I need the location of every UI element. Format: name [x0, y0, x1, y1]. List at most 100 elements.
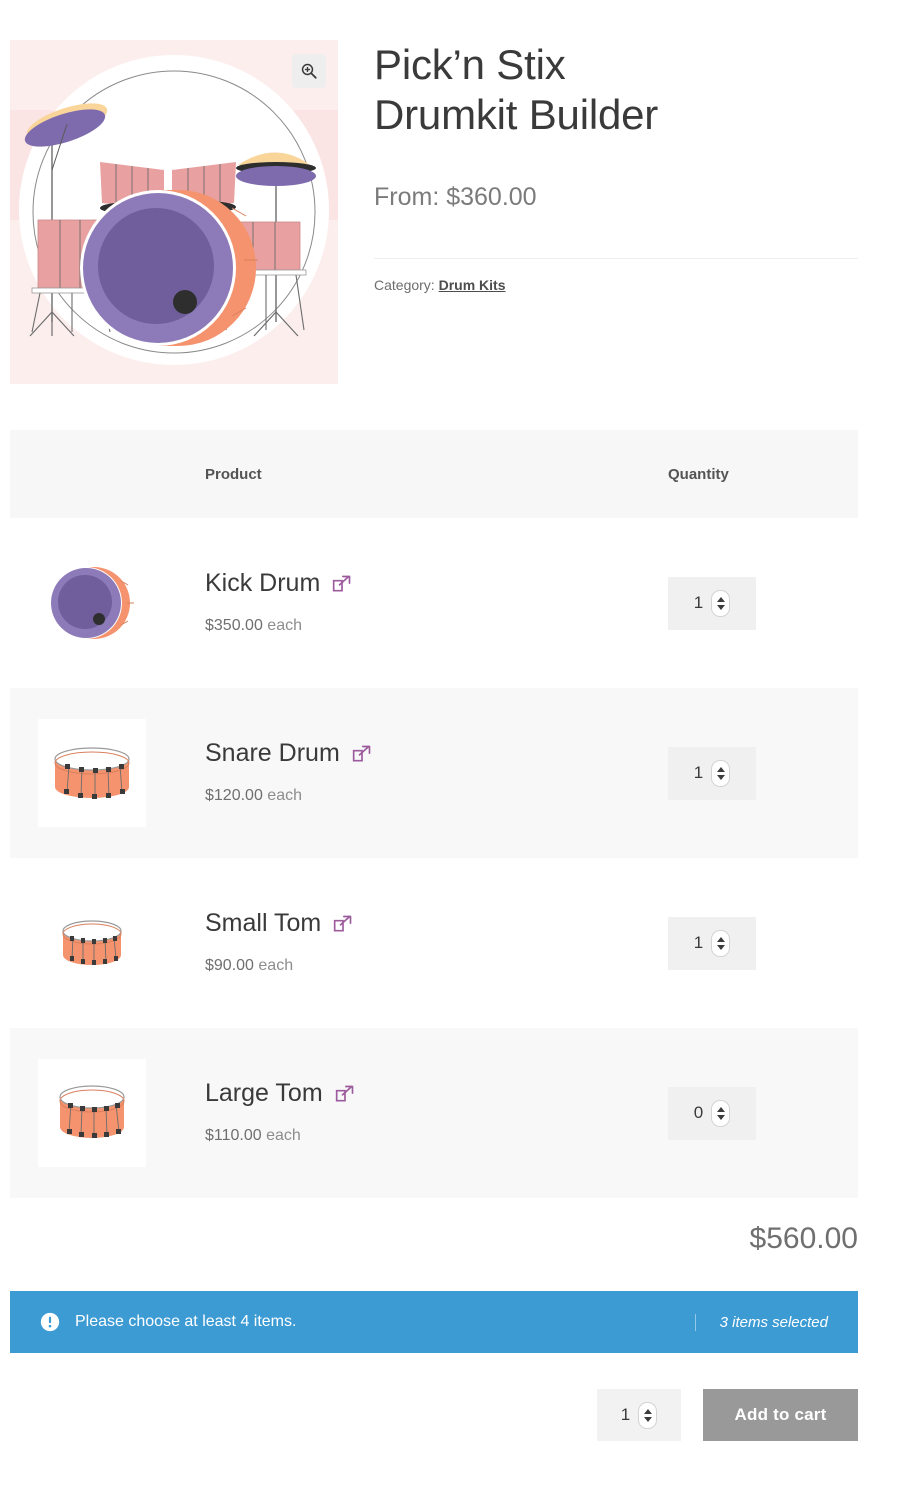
category-link-drum-kits[interactable]: Drum Kits	[439, 277, 506, 293]
quantity-value: 0	[693, 1103, 704, 1122]
row-thumbnail-cell	[10, 889, 205, 997]
spinner-up-icon[interactable]	[716, 766, 725, 772]
product-name-row: Large Tom	[205, 1081, 668, 1106]
snare-drum-thumbnail-icon	[54, 747, 130, 799]
unit-price-suffix: each	[258, 957, 294, 974]
external-link-icon	[334, 915, 352, 931]
product-price-from: From: $360.00	[374, 183, 537, 212]
row-quantity-cell: 1	[668, 576, 858, 630]
unit-price-suffix: each	[267, 787, 302, 804]
spinner-down-icon[interactable]	[716, 1114, 725, 1120]
gallery-zoom-button[interactable]	[292, 54, 326, 88]
quantity-stepper[interactable]: 1	[668, 576, 756, 630]
category-label: Category:	[374, 277, 435, 294]
product-unit-price: $110.00 each	[205, 1127, 668, 1145]
product-external-link[interactable]	[352, 744, 372, 764]
unit-price-suffix: each	[266, 1127, 301, 1144]
large-tom-thumbnail-icon	[59, 1085, 125, 1138]
spinner-down-icon[interactable]	[716, 944, 725, 950]
row-thumbnail-cell	[10, 719, 205, 827]
cart-quantity-value: 1	[620, 1405, 631, 1424]
product-name: Large Tom	[205, 1079, 323, 1107]
product-thumbnail-kick-drum[interactable]	[38, 549, 146, 657]
selected-items-count: 3 items selected	[694, 1313, 858, 1331]
quantity-stepper[interactable]: 1	[668, 746, 756, 800]
grouped-total-price: $560.00	[749, 1222, 858, 1255]
kick-drum-thumbnail-icon	[50, 567, 134, 639]
product-title-line-2: Drumkit Builder	[374, 90, 659, 138]
quantity-value: 1	[693, 593, 704, 612]
unit-price-suffix: each	[267, 617, 302, 634]
row-quantity-cell: 0	[668, 1086, 858, 1140]
product-thumbnail-snare-drum[interactable]	[38, 719, 146, 827]
row-product-cell: Large Tom $110.00 each	[205, 1081, 668, 1145]
row-product-cell: Kick Drum $350.00 each	[205, 571, 668, 635]
quantity-value: 1	[693, 763, 704, 782]
small-tom-thumbnail-icon	[62, 920, 122, 965]
quantity-stepper[interactable]: 0	[668, 1086, 756, 1140]
exclamation-circle-icon	[40, 1312, 60, 1332]
spinner-down-icon[interactable]	[716, 774, 725, 780]
validation-notice-banner: Please choose at least 4 items. 3 items …	[10, 1291, 858, 1353]
spinner-up-icon[interactable]	[716, 1106, 725, 1112]
page-title: Pick’n Stix Drumkit Builder	[374, 40, 858, 139]
quantity-spinner[interactable]	[711, 759, 731, 787]
product-category: Category: Drum Kits	[374, 277, 858, 293]
cart-quantity-spinner[interactable]	[638, 1401, 658, 1429]
product-gallery[interactable]	[10, 40, 338, 384]
product-thumbnail-large-tom[interactable]	[38, 1059, 146, 1167]
grouped-products-table: Product Quantity Kick Drum $350.00 each …	[10, 430, 858, 1198]
cart-quantity-stepper[interactable]: 1	[597, 1389, 681, 1441]
table-row: Large Tom $110.00 each 0	[10, 1028, 858, 1198]
summary-divider	[374, 258, 858, 260]
row-thumbnail-cell	[10, 549, 205, 657]
product-external-link[interactable]	[332, 574, 352, 594]
spinner-down-icon[interactable]	[716, 604, 725, 610]
unit-price-value: $120.00	[205, 787, 263, 804]
product-name-row: Kick Drum	[205, 571, 668, 596]
quantity-spinner[interactable]	[711, 1099, 731, 1127]
product-name-row: Small Tom	[205, 911, 668, 936]
external-link-icon	[335, 1085, 354, 1101]
product-external-link[interactable]	[333, 914, 353, 934]
product-unit-price: $350.00 each	[205, 617, 668, 635]
unit-price-value: $350.00	[205, 617, 263, 634]
product-name: Small Tom	[205, 909, 322, 937]
product-external-link[interactable]	[335, 1084, 355, 1104]
product-unit-price: $90.00 each	[205, 957, 668, 975]
header-quantity: Quantity	[668, 465, 729, 483]
quantity-spinner[interactable]	[711, 929, 731, 957]
row-thumbnail-cell	[10, 1059, 205, 1167]
quantity-stepper[interactable]: 1	[668, 916, 756, 970]
table-header-row: Product Quantity	[10, 430, 858, 518]
product-name: Kick Drum	[205, 569, 321, 597]
header-product: Product	[205, 465, 262, 483]
spinner-up-icon[interactable]	[716, 596, 725, 602]
product-unit-price: $120.00 each	[205, 787, 668, 805]
row-quantity-cell: 1	[668, 916, 858, 970]
add-to-cart-button[interactable]: Add to cart	[703, 1389, 858, 1441]
notice-message-group: Please choose at least 4 items.	[10, 1312, 695, 1332]
table-row: Small Tom $90.00 each 1	[10, 858, 858, 1028]
unit-price-value: $90.00	[205, 957, 254, 974]
product-summary-section: Pick’n Stix Drumkit Builder From: $360.00…	[0, 0, 900, 400]
external-link-icon	[352, 745, 371, 761]
table-row: Kick Drum $350.00 each 1	[10, 518, 858, 688]
add-to-cart-section: 1 Add to cart	[10, 1389, 858, 1441]
table-row: Snare Drum $120.00 each 1	[10, 688, 858, 858]
quantity-spinner[interactable]	[711, 589, 731, 617]
unit-price-value: $110.00	[205, 1127, 262, 1144]
product-name: Snare Drum	[205, 739, 340, 767]
row-product-cell: Small Tom $90.00 each	[205, 911, 668, 975]
product-thumbnail-small-tom[interactable]	[38, 889, 146, 997]
spinner-up-icon[interactable]	[716, 936, 725, 942]
external-link-icon	[333, 575, 351, 591]
spinner-up-icon[interactable]	[643, 1408, 652, 1414]
notice-message: Please choose at least 4 items.	[75, 1313, 297, 1330]
row-quantity-cell: 1	[668, 746, 858, 800]
product-title-line-1: Pick’n Stix	[374, 41, 566, 88]
drum-kit-illustration-image	[10, 40, 338, 384]
row-product-cell: Snare Drum $120.00 each	[205, 741, 668, 805]
spinner-down-icon[interactable]	[643, 1416, 652, 1422]
product-summary: Pick’n Stix Drumkit Builder From: $360.00…	[374, 40, 858, 293]
